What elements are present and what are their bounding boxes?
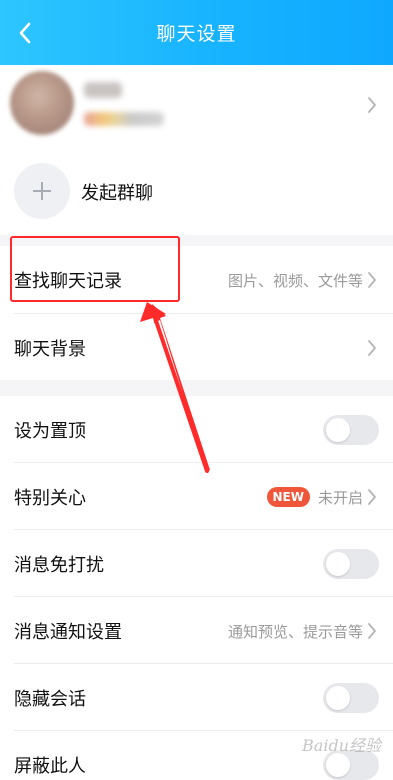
find-chat-history-hint: 图片、视频、文件等 — [227, 272, 363, 290]
plus-icon — [14, 163, 70, 219]
top-bar: 聊天设置 — [0, 0, 393, 65]
toggle-knob — [326, 753, 350, 777]
special-care-label: 特别关心 — [14, 488, 86, 509]
chevron-right-icon — [368, 623, 376, 639]
hide-chat-row: 隐藏会话 — [0, 664, 393, 730]
contact-profile-row[interactable] — [0, 65, 393, 147]
watermark: Baidu经验 — [302, 736, 381, 755]
hide-chat-label: 隐藏会话 — [14, 689, 86, 710]
chevron-right-icon — [368, 489, 376, 505]
toggle-knob — [326, 686, 350, 710]
notification-settings-label: 消息通知设置 — [14, 622, 122, 643]
pin-to-top-label: 设为置顶 — [14, 421, 86, 442]
toggle-knob — [326, 418, 350, 442]
start-group-chat-button[interactable]: 发起群聊 — [0, 149, 393, 235]
block-person-label: 屏蔽此人 — [14, 756, 86, 777]
back-arrow-icon — [19, 22, 31, 44]
do-not-disturb-row: 消息免打扰 — [0, 530, 393, 596]
chat-options-group: 查找聊天记录 图片、视频、文件等 聊天背景 — [0, 246, 393, 380]
profile-section: 发起群聊 — [0, 65, 393, 235]
find-chat-history-row[interactable]: 查找聊天记录 图片、视频、文件等 — [0, 246, 393, 312]
avatar — [10, 71, 74, 135]
notification-settings-hint: 通知预览、提示音等 — [227, 623, 363, 641]
contact-name-blurred — [84, 82, 122, 98]
pin-to-top-row: 设为置顶 — [0, 396, 393, 462]
page-title: 聊天设置 — [156, 23, 237, 45]
chevron-right-icon — [368, 272, 376, 288]
contact-badges-blurred — [84, 112, 164, 126]
notification-settings-row[interactable]: 消息通知设置 通知预览、提示音等 — [0, 597, 393, 663]
chat-preferences-group: 设为置顶 特别关心 NEW 未开启 消息免打扰 消息通知设置 通知预览、提示音等… — [0, 396, 393, 780]
chevron-right-icon — [368, 97, 376, 113]
toggle-knob — [326, 552, 350, 576]
do-not-disturb-toggle[interactable] — [323, 549, 379, 579]
special-care-status: 未开启 — [317, 489, 363, 507]
chevron-right-icon — [368, 340, 376, 356]
special-care-row[interactable]: 特别关心 NEW 未开启 — [0, 463, 393, 529]
hide-chat-toggle[interactable] — [323, 683, 379, 713]
new-badge: NEW — [266, 487, 310, 507]
pin-to-top-toggle[interactable] — [323, 415, 379, 445]
chat-background-label: 聊天背景 — [14, 339, 86, 360]
chat-background-row[interactable]: 聊天背景 — [0, 314, 393, 380]
back-button[interactable] — [8, 16, 42, 50]
start-group-chat-label: 发起群聊 — [81, 183, 153, 204]
find-chat-history-label: 查找聊天记录 — [14, 271, 122, 292]
do-not-disturb-label: 消息免打扰 — [14, 555, 104, 576]
